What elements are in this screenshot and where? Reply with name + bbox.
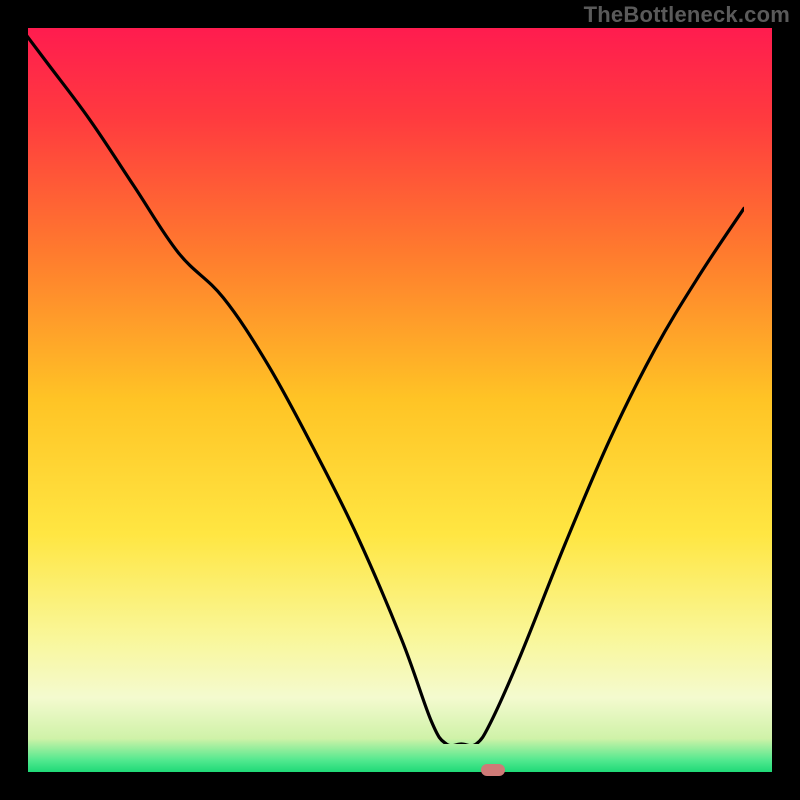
plot-area: [28, 28, 772, 772]
gradient-fill: [28, 28, 772, 772]
watermark-text: TheBottleneck.com: [584, 2, 790, 28]
optimal-marker: [481, 764, 505, 776]
chart-frame: TheBottleneck.com: [0, 0, 800, 800]
